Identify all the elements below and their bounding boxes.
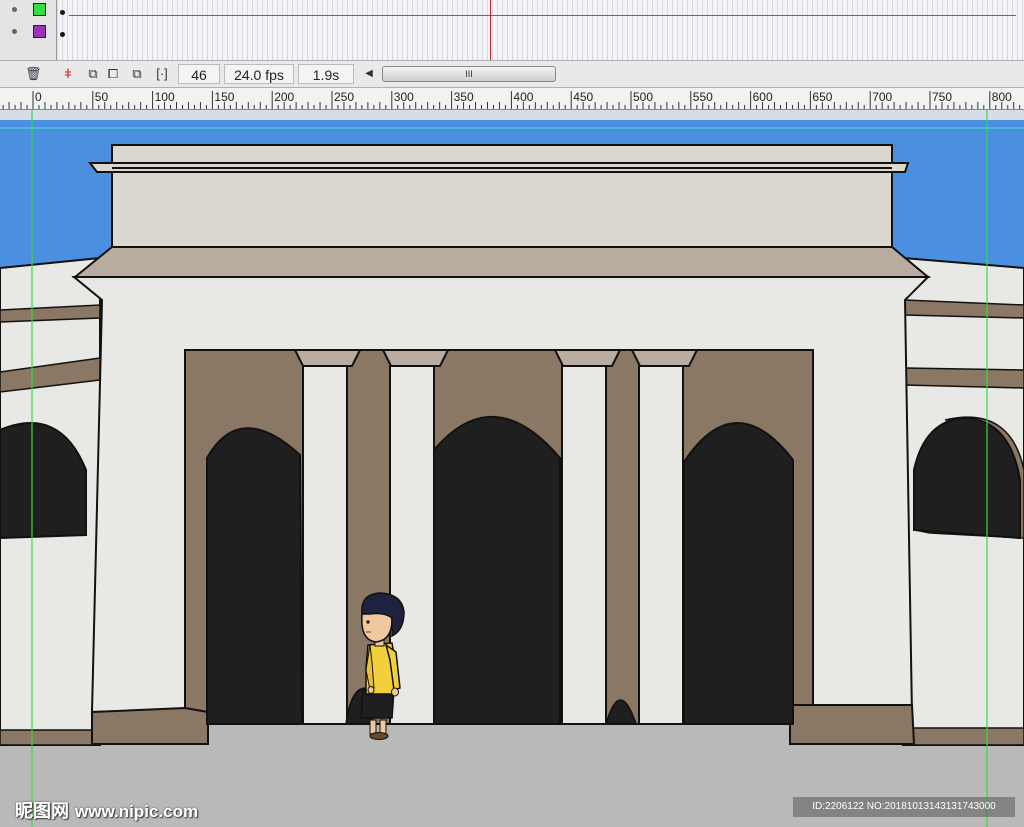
layer-controls <box>0 0 57 22</box>
ruler-label: 750 <box>932 90 952 104</box>
left-arch <box>206 427 304 725</box>
gate-cornice <box>72 246 931 278</box>
ruler-label: 300 <box>394 90 414 104</box>
visibility-dot-icon[interactable] <box>12 7 17 12</box>
frame-rate-field[interactable]: 24.0 fps <box>224 64 294 84</box>
left-plinth <box>91 706 209 745</box>
ruler-label: 250 <box>334 90 354 104</box>
ruler-label: 600 <box>753 90 773 104</box>
ruler-label: 0 <box>35 90 42 104</box>
right-wing-building <box>902 256 1024 746</box>
onion-skin-icon[interactable]: ⧉ <box>85 66 101 82</box>
timeline-scrollbar[interactable]: ◀ III <box>362 65 557 83</box>
keyframe-icon[interactable] <box>60 32 65 37</box>
ruler-label: 100 <box>155 90 175 104</box>
watermark-brand: 昵图网 www.nipic.com <box>15 797 198 823</box>
stage-top-strip <box>0 110 1024 120</box>
layer-color-swatch[interactable] <box>33 3 46 16</box>
tween-line <box>69 15 1016 16</box>
watermark-url: www.nipic.com <box>75 802 199 821</box>
onion-outline-icon[interactable]: ⧠ <box>105 66 121 82</box>
visibility-dot-icon[interactable] <box>12 29 17 34</box>
ruler-label: 350 <box>454 90 474 104</box>
layer-controls <box>0 44 57 60</box>
ruler-label: 200 <box>274 90 294 104</box>
right-plinth <box>789 704 916 745</box>
ruler-label: 150 <box>214 90 234 104</box>
ruler-label: 550 <box>693 90 713 104</box>
ruler-label: 650 <box>812 90 832 104</box>
onion-center-icon[interactable]: ǂ <box>60 66 76 82</box>
elapsed-time-field: 1.9s <box>298 64 354 84</box>
trash-icon[interactable]: 🗑 <box>25 66 42 82</box>
timeline-layer-row[interactable] <box>0 22 1024 45</box>
ruler-label: 50 <box>95 90 109 104</box>
stage-canvas[interactable] <box>0 110 1024 827</box>
ruler-label: 500 <box>633 90 653 104</box>
layer-color-swatch[interactable] <box>33 25 46 38</box>
left-wing-building <box>0 256 101 746</box>
ruler-ticks: 0 50 100 150 200 250 300 350 400 450 500 550 600 650 7… <box>2 90 1021 109</box>
layer-controls <box>0 22 57 44</box>
scroll-thumb[interactable]: III <box>382 66 556 82</box>
frame-track[interactable] <box>57 44 1024 60</box>
center-arch <box>433 416 561 725</box>
watermark-brand-name: 昵图网 <box>15 801 69 821</box>
ruler-label: 700 <box>872 90 892 104</box>
horizontal-ruler: 0 50 100 150 200 250 300 350 400 450 500 550 600 650 7… <box>0 88 1024 110</box>
timeline-toolbar: 🗑 ǂ ⧉ ⧠ ⧉ [·] 46 24.0 fps 1.9s ◀ III <box>0 60 1024 88</box>
ruler-label: 800 <box>992 90 1012 104</box>
ruler-label: 450 <box>573 90 593 104</box>
gate-top-block <box>87 144 910 251</box>
scene-artwork <box>0 110 1024 827</box>
modify-markers-icon[interactable]: [·] <box>154 66 170 82</box>
timeline-layer-row[interactable] <box>0 0 1024 23</box>
frame-track[interactable] <box>57 22 1024 44</box>
edit-multiple-icon[interactable]: ⧉ <box>129 66 145 82</box>
ruler-label: 400 <box>513 90 533 104</box>
playhead[interactable] <box>490 0 491 60</box>
timeline-panel <box>0 0 1024 60</box>
current-frame-field: 46 <box>178 64 220 84</box>
frame-track[interactable] <box>57 0 1024 22</box>
scroll-left-arrow-icon[interactable]: ◀ <box>362 65 376 83</box>
right-arch <box>683 422 794 725</box>
watermark-id: ID:2206122 NO:20181013143131743000 <box>793 797 1015 817</box>
keyframe-icon[interactable] <box>60 10 65 15</box>
timeline-empty-row <box>0 44 1024 60</box>
